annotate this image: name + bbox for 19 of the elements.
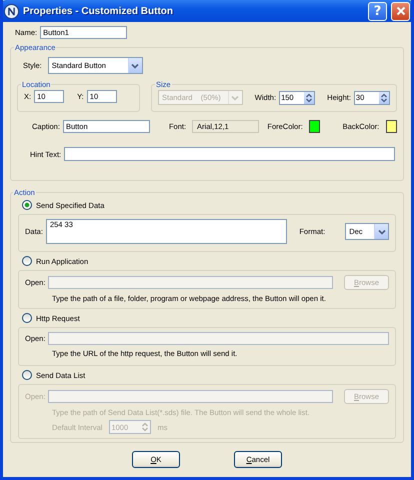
chevron-down-icon [378, 228, 386, 234]
close-button[interactable] [391, 2, 410, 20]
color-swatch[interactable] [386, 120, 398, 133]
radio-button[interactable] [22, 200, 32, 210]
close-icon [396, 6, 406, 16]
chevron-down-icon [231, 94, 240, 100]
spin-arrows-icon [305, 92, 314, 104]
hint-text-field[interactable] [64, 147, 395, 161]
chevron-down-icon [131, 62, 140, 68]
color-swatch[interactable] [308, 120, 320, 133]
spin-arrows-icon [380, 92, 388, 104]
path-field[interactable] [48, 332, 389, 345]
radio-button[interactable] [22, 256, 32, 266]
window-title: Properties - Customized Button [23, 6, 174, 16]
radio-button[interactable] [22, 313, 32, 323]
path-field[interactable] [48, 276, 333, 289]
spin-arrows-icon [141, 421, 150, 433]
path-field[interactable] [48, 390, 333, 403]
app-icon [4, 4, 19, 18]
